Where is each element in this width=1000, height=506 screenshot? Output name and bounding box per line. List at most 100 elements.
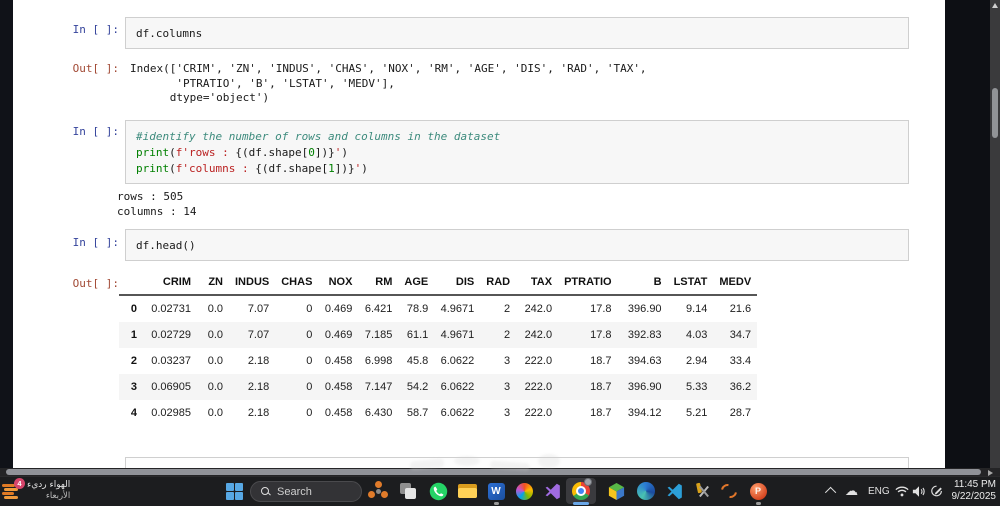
- widgets-button[interactable]: 4 الهواء رديء الأربعاء: [2, 477, 97, 505]
- vertical-scrollbar-thumb[interactable]: [992, 88, 998, 138]
- taskbar-app-orange-arcs[interactable]: [718, 479, 742, 503]
- chrome-profile-badge: [584, 478, 592, 486]
- table-cell: 0.458: [324, 355, 353, 367]
- table-header-cell: AGE: [398, 270, 435, 296]
- taskbar-app-hexagon[interactable]: [604, 479, 628, 503]
- table-header-cell: PTRATIO: [558, 270, 618, 296]
- task-view-button[interactable]: [396, 479, 420, 503]
- table-index-cell: 4: [130, 407, 137, 419]
- clock[interactable]: 11:45 PM 9/22/2025: [950, 477, 997, 505]
- code-token: print: [136, 162, 170, 175]
- code-cell-1-source: df.columns: [136, 27, 203, 40]
- table-cell: 78.9: [406, 303, 429, 315]
- table-header-cell: RAD: [480, 270, 517, 296]
- table-header-cell: INDUS: [229, 270, 276, 296]
- table-cell: 2.18: [247, 407, 270, 419]
- running-indicator: [494, 502, 499, 505]
- taskbar-app-game-tools[interactable]: [692, 479, 716, 503]
- table-cell: 394.63: [627, 355, 662, 367]
- table-row: 3 0.06905 0.0 2.18 0 0.458 7.147 54.2 6.0622 3 222…: [119, 374, 758, 400]
- notebook-page: In [ ]: df.columns Out[ ]: Index(['CRIM'…: [13, 0, 945, 468]
- table-cell: 7.185: [364, 329, 393, 341]
- widget-line-air: الهواء رديء: [27, 480, 71, 490]
- code-token: df.shape[: [248, 146, 309, 159]
- stream-line-columns: columns : 14: [117, 205, 197, 218]
- task-view-icon: [399, 482, 417, 500]
- wifi-button[interactable]: [895, 477, 909, 505]
- table-cell: 0.0: [207, 355, 223, 367]
- table-cell: 6.0622: [440, 381, 475, 393]
- code-token: df.shape[: [268, 162, 329, 175]
- desktop: In [ ]: df.columns Out[ ]: Index(['CRIM'…: [0, 0, 1000, 506]
- code-cell-2[interactable]: #identify the number of rows and columns…: [125, 120, 909, 184]
- search-box[interactable]: Search: [250, 481, 362, 502]
- table-cell: 0.458: [324, 381, 353, 393]
- table-cell: 2.94: [685, 355, 708, 367]
- table-cell: 222.0: [524, 355, 553, 367]
- taskbar-app-word[interactable]: W: [484, 479, 508, 503]
- table-cell: 21.6: [729, 303, 752, 315]
- code-cell-1[interactable]: df.columns: [125, 17, 909, 49]
- table-header-cell: [119, 270, 143, 296]
- table-cell: 7.147: [364, 381, 393, 393]
- output-1-line-2: 'PTRATIO', 'B', 'LSTAT', 'MEDV'],: [130, 76, 395, 90]
- table-cell: 18.7: [590, 407, 612, 419]
- out-prompt-3: Out[ ]:: [72, 277, 119, 290]
- code-token: print: [136, 146, 170, 159]
- table-cell: 18.7: [590, 381, 612, 393]
- table-cell: 242.0: [524, 329, 553, 341]
- dataframe-table: CRIM ZN INDUS CHAS NOX RM AGE DIS RAD TAX PTRATIO B…: [119, 270, 758, 426]
- taskbar-app-whatsapp[interactable]: [426, 479, 450, 503]
- table-cell: 0: [306, 381, 313, 393]
- word-icon: W: [487, 482, 505, 500]
- table-cell: 2: [503, 329, 511, 341]
- table-index-cell: 3: [130, 381, 137, 393]
- taskbar-app-spinner[interactable]: [366, 479, 390, 503]
- code-token: ])}: [334, 162, 355, 175]
- table-cell: 33.4: [729, 355, 752, 367]
- code-cell-3[interactable]: df.head(): [125, 229, 909, 261]
- onedrive-button[interactable]: ☁: [845, 477, 858, 505]
- code-token: ])}: [314, 146, 335, 159]
- table-cell: 0.458: [324, 407, 353, 419]
- notification-badge: 4: [14, 478, 25, 489]
- horizontal-scrollbar-thumb[interactable]: [6, 469, 981, 475]
- taskbar-app-vscode[interactable]: [662, 479, 686, 503]
- taskbar-app-powerpoint[interactable]: P: [746, 479, 770, 503]
- vertical-scrollbar[interactable]: [990, 0, 1000, 468]
- table-cell: 0.06905: [151, 381, 191, 393]
- taskbar-app-visual-studio[interactable]: [540, 479, 564, 503]
- taskbar-app-edge[interactable]: [634, 479, 658, 503]
- start-button[interactable]: [222, 479, 246, 503]
- taskbar-app-office[interactable]: [512, 479, 536, 503]
- table-row: 4 0.02985 0.0 2.18 0 0.458 6.430 58.7 6.0622 3 222…: [119, 400, 757, 426]
- table-cell: 4.03: [685, 329, 708, 341]
- tray-overflow-button[interactable]: [824, 477, 837, 505]
- table-index-cell: 1: [130, 329, 137, 341]
- code-cell-2-source: #identify the number of rows and columns…: [126, 121, 908, 177]
- search-label: Search: [277, 485, 312, 498]
- table-cell: 34.7: [729, 329, 752, 341]
- wifi-icon: [895, 486, 909, 497]
- windows-ink-button[interactable]: [930, 477, 944, 505]
- table-cell: 3: [503, 355, 511, 367]
- table-header-cell: LSTAT: [667, 270, 714, 296]
- table-header-row: CRIM ZN INDUS CHAS NOX RM AGE DIS RAD TAX PTRATIO B…: [119, 270, 758, 296]
- in-prompt-3: In [ ]:: [72, 236, 119, 249]
- volume-button[interactable]: [912, 477, 926, 505]
- table-header-cell: MEDV: [713, 270, 758, 296]
- widget-text: الهواء رديء الأربعاء: [27, 480, 70, 502]
- code-cell-4-partial[interactable]: [125, 457, 909, 468]
- hexagon-app-icon: [608, 482, 624, 500]
- scroll-up-arrow-icon[interactable]: [992, 3, 998, 8]
- table-cell: 2.18: [247, 355, 270, 367]
- language-indicator[interactable]: ENG: [868, 477, 890, 505]
- table-header-cell: NOX: [318, 270, 359, 296]
- table-cell: 4.9671: [440, 329, 475, 341]
- table-cell: 6.421: [364, 303, 393, 315]
- table-cell: 61.1: [406, 329, 429, 341]
- code-token: ): [341, 146, 348, 159]
- table-cell: 2.18: [247, 381, 270, 393]
- tray-time: 11:45 PM: [953, 479, 996, 490]
- taskbar-app-file-explorer[interactable]: [455, 479, 479, 503]
